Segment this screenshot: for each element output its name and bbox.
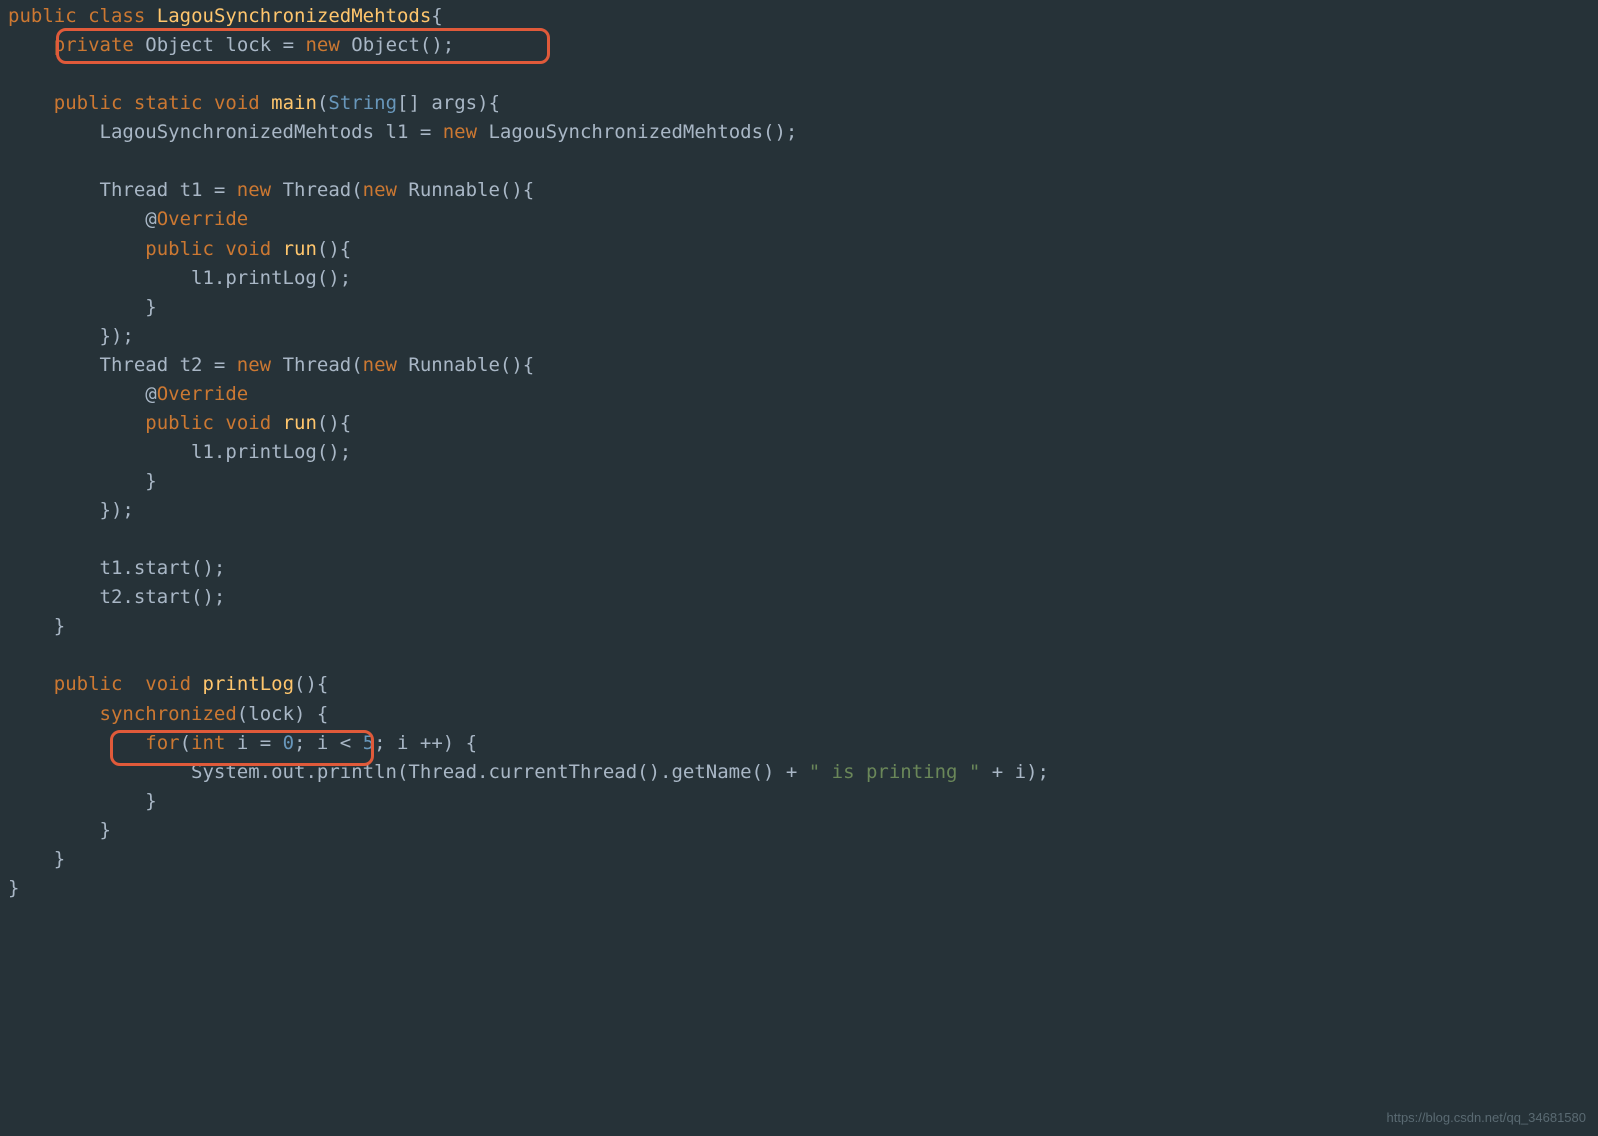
code-line: synchronized(lock) { — [8, 703, 328, 725]
code-line: Thread t2 = new Thread(new Runnable(){ — [8, 354, 534, 376]
code-line: @Override — [8, 383, 248, 405]
code-block: public class LagouSynchronizedMehtods{ p… — [8, 2, 1590, 903]
code-line: } — [8, 790, 157, 812]
code-line: } — [8, 877, 19, 899]
watermark-text: https://blog.csdn.net/qq_34681580 — [1387, 1108, 1587, 1128]
code-line: public void printLog(){ — [8, 673, 328, 695]
code-line: public void run(){ — [8, 238, 351, 260]
code-line: System.out.println(Thread.currentThread(… — [8, 761, 1049, 783]
code-line: private Object lock = new Object(); — [8, 34, 454, 56]
code-line: } — [8, 615, 65, 637]
code-line: }); — [8, 499, 134, 521]
code-line: t2.start(); — [8, 586, 225, 608]
code-line: public class LagouSynchronizedMehtods{ — [8, 5, 443, 27]
code-line: LagouSynchronizedMehtods l1 = new LagouS… — [8, 121, 797, 143]
code-line: t1.start(); — [8, 557, 225, 579]
code-line: } — [8, 470, 157, 492]
code-line: public void run(){ — [8, 412, 351, 434]
code-line: } — [8, 819, 111, 841]
code-line: Thread t1 = new Thread(new Runnable(){ — [8, 179, 534, 201]
code-line: } — [8, 848, 65, 870]
code-line: @Override — [8, 208, 248, 230]
code-line: public static void main(String[] args){ — [8, 92, 500, 114]
code-line: } — [8, 296, 157, 318]
code-line: l1.printLog(); — [8, 441, 351, 463]
code-line: l1.printLog(); — [8, 267, 351, 289]
code-line: for(int i = 0; i < 5; i ++) { — [8, 732, 477, 754]
code-line: }); — [8, 325, 134, 347]
